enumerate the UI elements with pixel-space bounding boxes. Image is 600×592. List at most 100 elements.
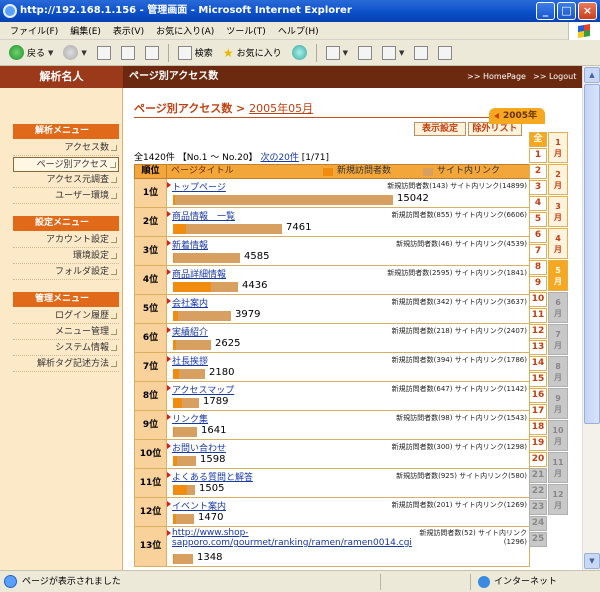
day-button[interactable]: 5	[529, 212, 547, 227]
page-title-link[interactable]: 会社案内	[166, 296, 208, 309]
display-settings-button[interactable]: 表示設定	[414, 122, 466, 136]
day-button[interactable]: 2	[529, 164, 547, 179]
rank-cell: 7位	[135, 353, 167, 381]
menu-file[interactable]: ファイル(F)	[4, 24, 64, 37]
day-button[interactable]: 18	[529, 420, 547, 435]
search-button[interactable]: 検索	[175, 43, 216, 63]
day-all-button[interactable]: 全	[529, 132, 547, 147]
legend-inner: サイト内リンク	[423, 165, 500, 178]
day-button[interactable]: 7	[529, 244, 547, 259]
year-tab[interactable]: 2005年	[489, 108, 545, 124]
forward-button[interactable]: ▼	[60, 43, 89, 63]
new-visitor-bar	[173, 485, 187, 495]
new-visitor-bar	[173, 456, 177, 466]
month-tab[interactable]: 3月	[548, 196, 568, 227]
discuss-button[interactable]	[411, 43, 431, 63]
access-bar	[173, 485, 195, 495]
day-button[interactable]: 10	[529, 292, 547, 307]
day-button[interactable]: 4	[529, 196, 547, 211]
month-tab[interactable]: 5月	[548, 260, 568, 291]
page-title-link[interactable]: よくある質問と解答	[166, 470, 253, 483]
sidebar-item-system-info[interactable]: システム情報	[13, 341, 119, 356]
home-link[interactable]: >> HomePage	[467, 66, 526, 88]
print-button[interactable]	[355, 43, 375, 63]
menu-favorites[interactable]: お気に入り(A)	[150, 24, 220, 37]
table-row: 4位 商品詳細情報 新規訪問者数(2595) サイト内リンク(1841) 4436	[134, 266, 530, 295]
close-button[interactable]: ×	[578, 2, 597, 20]
day-button[interactable]: 15	[529, 372, 547, 387]
day-button: 23	[529, 500, 547, 515]
page-title-link[interactable]: 新着情報	[166, 238, 208, 251]
sidebar-item-environment[interactable]: 環境設定	[13, 249, 119, 264]
dropdown-arrow-icon: ▼	[48, 48, 54, 57]
scroll-thumb[interactable]	[584, 84, 600, 424]
day-button[interactable]: 12	[529, 324, 547, 339]
page-title-link[interactable]: 社長挨拶	[166, 354, 208, 367]
sidebar-item-referrer[interactable]: アクセス元調査	[13, 173, 119, 188]
day-button: 25	[529, 532, 547, 547]
day-button[interactable]: 9	[529, 276, 547, 291]
page-title-link[interactable]: リンク集	[166, 412, 208, 425]
sidebar-item-access-count[interactable]: アクセス数	[13, 141, 119, 156]
access-count: 1505	[199, 483, 225, 494]
day-button[interactable]: 8	[529, 260, 547, 275]
scroll-down-icon[interactable]: ▼	[584, 553, 600, 569]
logout-link[interactable]: >> Logout	[533, 66, 576, 88]
edit-button[interactable]: ▼	[379, 43, 407, 63]
sidebar-item-folder[interactable]: フォルダ設定	[13, 265, 119, 280]
day-button[interactable]: 13	[529, 340, 547, 355]
vertical-scrollbar[interactable]: ▲ ▼	[582, 66, 600, 570]
month-tab[interactable]: 2月	[548, 164, 568, 195]
media-button[interactable]	[289, 43, 310, 63]
access-count: 2625	[215, 338, 241, 349]
page-title-link[interactable]: http://www.shop-sapporo.com/gourmet/rank…	[167, 528, 412, 548]
home-icon	[144, 45, 159, 60]
sidebar-item-account[interactable]: アカウント設定	[13, 233, 119, 248]
day-button[interactable]: 16	[529, 388, 547, 403]
day-button[interactable]: 14	[529, 356, 547, 371]
history-button[interactable]: ▼	[323, 43, 351, 63]
page-title-link[interactable]: トップページ	[167, 180, 226, 193]
sidebar-item-menu-admin[interactable]: メニュー管理	[13, 325, 119, 340]
messenger-button[interactable]	[435, 43, 455, 63]
page-title-link[interactable]: イベント案内	[166, 499, 226, 512]
day-button[interactable]: 1	[529, 148, 547, 163]
favorites-button[interactable]: ★ お気に入り	[220, 43, 285, 63]
exclude-list-button[interactable]: 除外リスト	[468, 122, 522, 136]
day-button[interactable]: 3	[529, 180, 547, 195]
day-button[interactable]: 19	[529, 436, 547, 451]
month-tab[interactable]: 1月	[548, 132, 568, 163]
page-title-link[interactable]: アクセスマップ	[166, 383, 234, 396]
minimize-button[interactable]: _	[536, 2, 555, 20]
folder-icon	[414, 45, 429, 60]
stop-button[interactable]	[94, 43, 114, 63]
sidebar-item-login-history[interactable]: ログイン履歴	[13, 309, 119, 324]
menu-tools[interactable]: ツール(T)	[220, 24, 272, 37]
sidebar-item-page-access[interactable]: ページ別アクセス	[13, 157, 119, 172]
next-page-link[interactable]: 次の20件	[260, 153, 298, 163]
browser-toolbar: 戻る ▼ ▼ 検索 ★ お気に入り ▼ ▼	[0, 40, 600, 66]
back-button[interactable]: 戻る ▼	[6, 43, 56, 63]
day-button[interactable]: 6	[529, 228, 547, 243]
day-button[interactable]: 20	[529, 452, 547, 467]
day-button[interactable]: 11	[529, 308, 547, 323]
page-title-link[interactable]: 商品詳細情報	[166, 267, 226, 280]
period-link[interactable]: 2005年05月	[249, 102, 313, 115]
sidebar-item-tag-howto[interactable]: 解析タグ記述方法	[13, 357, 119, 372]
new-visitor-bar	[173, 398, 182, 408]
month-tab[interactable]: 4月	[548, 228, 568, 259]
page-title-link[interactable]: 商品情報 一覧	[166, 209, 235, 222]
menu-view[interactable]: 表示(V)	[107, 24, 150, 37]
page-title-link[interactable]: 実績紹介	[166, 325, 208, 338]
menu-edit[interactable]: 編集(E)	[64, 24, 107, 37]
refresh-button[interactable]	[118, 43, 138, 63]
sidebar-item-user-env[interactable]: ユーザー環境	[13, 189, 119, 204]
day-button[interactable]: 17	[529, 404, 547, 419]
maximize-button[interactable]: □	[557, 2, 576, 20]
status-text: ページが表示されました	[22, 577, 121, 587]
scroll-up-icon[interactable]: ▲	[584, 67, 600, 83]
home-button[interactable]	[142, 43, 162, 63]
legend-new: 新規訪問者数	[323, 165, 391, 178]
menu-help[interactable]: ヘルプ(H)	[272, 24, 325, 37]
page-title-link[interactable]: お問い合わせ	[166, 441, 226, 454]
